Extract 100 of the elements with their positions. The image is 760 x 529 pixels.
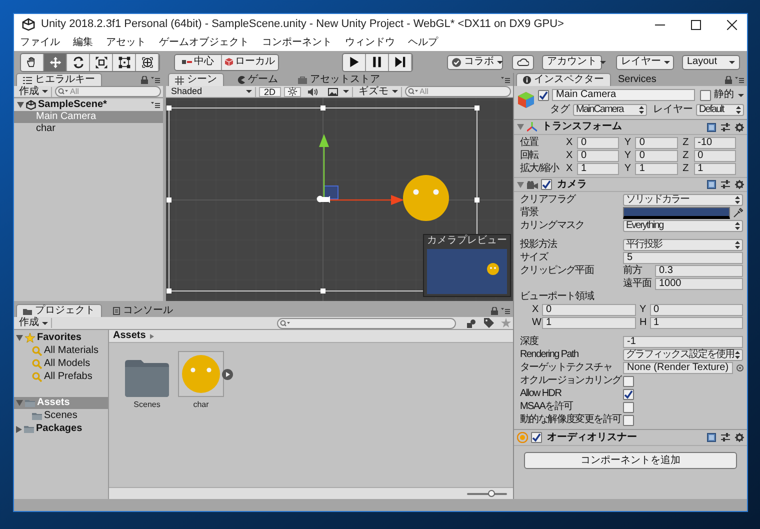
resize-handle[interactable] (474, 106, 480, 110)
panel-tab[interactable]: ゲーム (230, 73, 285, 86)
tool-button-group[interactable] (20, 52, 160, 72)
checkbox[interactable] (541, 179, 552, 190)
tree-item[interactable]: All Models (14, 358, 108, 370)
maximize-icon[interactable] (691, 20, 701, 30)
search-field[interactable]: All (55, 86, 161, 97)
help-book-icon[interactable] (707, 122, 716, 132)
2d-toggle[interactable]: 2D (259, 86, 281, 96)
help-book-icon[interactable] (707, 180, 716, 189)
value-dropdown[interactable]: Everything (623, 220, 743, 232)
panel-tab[interactable]: コンソール (106, 304, 180, 317)
asset-item[interactable]: char (177, 351, 237, 409)
panel-menu-icon[interactable] (501, 308, 510, 314)
panel-tab[interactable]: ヒエラルキー (16, 73, 102, 86)
input-field[interactable]: -1 (623, 336, 743, 348)
menu-item[interactable]: アセット (106, 38, 146, 48)
input-field[interactable]: 1 (635, 163, 678, 175)
name-field[interactable]: Main Camera (552, 89, 695, 101)
value-dropdown[interactable]: グラフィックス設定を使用 (623, 349, 743, 361)
play-circle-icon[interactable] (222, 369, 233, 380)
hierarchy-item[interactable]: char (14, 123, 163, 135)
color-field[interactable] (623, 207, 730, 219)
input-field[interactable]: 0 (542, 304, 636, 316)
create-dropdown[interactable]: 作成 (16, 86, 52, 96)
input-field[interactable]: -10 (694, 137, 736, 149)
panel-tab[interactable]: プロジェクト (16, 304, 102, 317)
tree-item[interactable]: All Prefabs (14, 371, 108, 383)
panel-tab[interactable]: インスペクター (516, 73, 611, 86)
resize-handle[interactable] (474, 198, 480, 202)
gear-icon[interactable] (735, 180, 744, 189)
input-field[interactable]: 0 (577, 137, 620, 149)
checkbox[interactable] (623, 414, 634, 426)
close-icon[interactable] (727, 20, 737, 30)
checkbox[interactable] (538, 90, 549, 100)
tree-item[interactable]: Favorites (14, 332, 108, 344)
layer-dropdown[interactable]: Default (696, 104, 744, 116)
preset-sliders-icon[interactable] (721, 433, 730, 442)
gizmos-dropdown[interactable]: ギズモ (356, 86, 402, 96)
scene-root-item[interactable]: SampleScene* (14, 99, 163, 111)
resize-handle[interactable] (166, 106, 172, 110)
input-field[interactable]: 0 (694, 150, 736, 162)
slider-thumb[interactable] (488, 490, 495, 496)
gear-icon[interactable] (735, 122, 744, 132)
step-button[interactable] (389, 54, 412, 70)
object-field[interactable]: None (Render Texture) (623, 362, 733, 374)
panel-menu-icon[interactable] (151, 76, 160, 82)
collab-dropdown[interactable]: コラボ (447, 54, 503, 70)
menu-item[interactable]: 編集 (73, 38, 93, 48)
panel-menu-icon[interactable] (151, 102, 160, 108)
lighting-toggle[interactable] (284, 86, 301, 96)
resize-handle[interactable] (166, 288, 172, 294)
character-sprite[interactable] (403, 175, 449, 221)
tree-item[interactable]: All Materials (14, 345, 108, 357)
search-field[interactable]: All (404, 86, 511, 97)
breadcrumb-item[interactable]: Assets (113, 331, 146, 341)
add-component-button[interactable]: コンポーネントを追加 (524, 452, 737, 469)
cloud-button[interactable] (512, 54, 534, 70)
checkbox[interactable] (700, 90, 711, 100)
panel-menu-icon[interactable] (501, 76, 510, 82)
resize-handle[interactable] (166, 198, 172, 202)
input-field[interactable]: 0 (635, 150, 678, 162)
eyedropper-icon[interactable] (733, 208, 743, 218)
gear-icon[interactable] (735, 433, 744, 442)
tree-item[interactable]: Scenes (14, 410, 108, 422)
lock-icon[interactable] (491, 306, 498, 314)
filter-type-icon[interactable] (467, 318, 477, 328)
lock-icon[interactable] (141, 76, 148, 84)
search-field[interactable] (277, 318, 456, 328)
tool-button[interactable] (67, 54, 90, 70)
tree-item[interactable]: Packages (14, 423, 108, 435)
checkbox[interactable] (531, 432, 542, 443)
checkbox[interactable] (623, 402, 634, 412)
layout-dropdown[interactable]: Layout (682, 54, 740, 70)
move-gizmo-drawing[interactable] (319, 134, 404, 205)
resize-handle[interactable] (320, 288, 326, 294)
layers-dropdown[interactable]: レイヤー (616, 54, 674, 70)
value-dropdown[interactable]: 平行投影 (623, 239, 743, 251)
input-field[interactable]: 5 (623, 252, 743, 264)
playback-button-group[interactable] (342, 52, 413, 72)
tag-dropdown[interactable]: MainCamera (573, 104, 647, 116)
panel-tab[interactable]: シーン (168, 73, 224, 86)
help-book-icon[interactable] (707, 433, 716, 442)
input-field[interactable]: 0.3 (655, 265, 743, 277)
input-field[interactable]: 1 (694, 163, 736, 175)
pause-button[interactable] (366, 54, 389, 70)
star-icon[interactable] (501, 318, 511, 328)
lock-icon[interactable] (725, 76, 732, 84)
input-field[interactable]: 1 (542, 317, 636, 329)
preset-sliders-icon[interactable] (721, 180, 730, 189)
create-dropdown[interactable]: 作成 (16, 318, 52, 328)
space-toggle[interactable]: ローカル (222, 54, 278, 70)
asset-item[interactable]: Scenes (123, 351, 171, 409)
preset-sliders-icon[interactable] (721, 122, 730, 132)
checkbox[interactable] (623, 388, 634, 400)
tool-button[interactable] (136, 54, 159, 70)
input-field[interactable]: 0 (635, 137, 678, 149)
input-field[interactable]: 1000 (655, 278, 743, 290)
target-icon[interactable] (736, 364, 744, 372)
panel-tab[interactable]: Services (611, 73, 664, 86)
